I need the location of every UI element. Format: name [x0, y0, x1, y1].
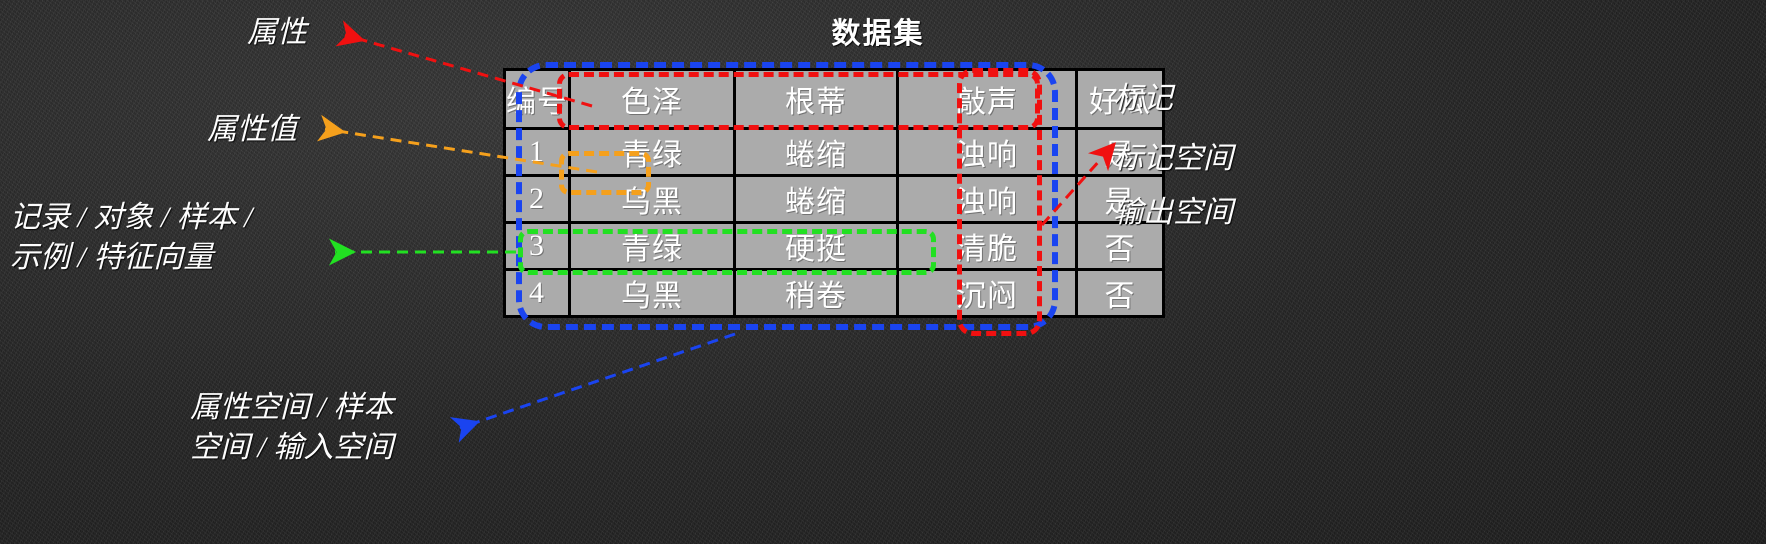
annotation-attribute-space: 属性空间 / 样本 空间 / 输入空间	[190, 391, 394, 464]
header-cell-color: 色泽	[568, 68, 736, 130]
page-title-text: 数据集	[831, 18, 925, 50]
cell-color: 乌黑	[568, 268, 736, 318]
dataset-table: 编号 色泽 根蒂 敲声 好瓜 1 青绿 蜷缩 浊响 是 2 乌黑 蜷缩 浊响 是	[503, 68, 1165, 318]
header-cell-root: 根蒂	[733, 68, 899, 130]
cell-id: 3	[503, 221, 571, 271]
annotation-attribute: 属性	[247, 16, 307, 49]
annotation-label-space: 标记空间	[1113, 142, 1233, 175]
annotation-output-space: 输出空间	[1113, 196, 1233, 229]
arrow-attribute-space	[449, 332, 736, 443]
cell-sound: 浊响	[896, 174, 1078, 224]
cell-root: 稍卷	[733, 268, 899, 318]
slide-canvas: 数据集 编号 色泽 根蒂 敲声 好瓜 1 青绿 蜷缩 浊响 是 2 乌黑 蜷缩	[0, 0, 1766, 544]
table-header-row: 编号 色泽 根蒂 敲声 好瓜	[503, 68, 1165, 130]
cell-id: 1	[503, 127, 571, 177]
cell-id: 4	[503, 268, 571, 318]
cell-sound: 沉闷	[896, 268, 1078, 318]
cell-label: 否	[1075, 268, 1165, 318]
table-row: 2 乌黑 蜷缩 浊响 是	[503, 174, 1165, 224]
table-row: 1 青绿 蜷缩 浊响 是	[503, 127, 1165, 177]
annotation-label: 标记	[1113, 82, 1173, 115]
annotation-attribute-value: 属性值	[207, 113, 297, 146]
cell-root: 蜷缩	[733, 174, 899, 224]
table-row: 4 乌黑 稍卷 沉闷 否	[503, 268, 1165, 318]
cell-color: 乌黑	[568, 174, 736, 224]
table-row: 3 青绿 硬挺 清脆 否	[503, 221, 1165, 271]
cell-root: 蜷缩	[733, 127, 899, 177]
cell-id: 2	[503, 174, 571, 224]
header-cell-id: 编号	[503, 68, 571, 130]
cell-color: 青绿	[568, 221, 736, 271]
header-cell-sound: 敲声	[896, 68, 1078, 130]
cell-root: 硬挺	[733, 221, 899, 271]
annotation-record: 记录 / 对象 / 样本 / 示例 / 特征向量	[10, 201, 253, 274]
cell-sound: 浊响	[896, 127, 1078, 177]
dataset-table-wrapper: 编号 色泽 根蒂 敲声 好瓜 1 青绿 蜷缩 浊响 是 2 乌黑 蜷缩 浊响 是	[503, 68, 1165, 318]
cell-color: 青绿	[568, 127, 736, 177]
cell-sound: 清脆	[896, 221, 1078, 271]
